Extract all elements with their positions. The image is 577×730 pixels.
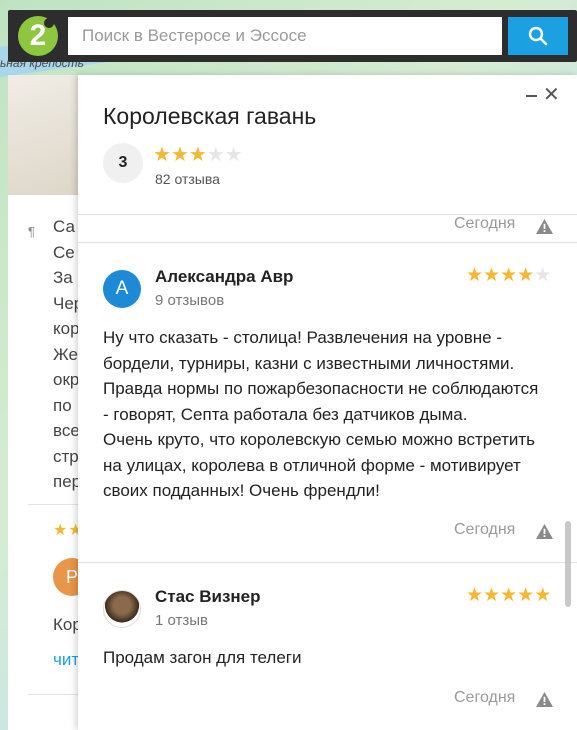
search-input[interactable] <box>68 17 502 55</box>
review-date: Сегодня <box>454 689 516 706</box>
background-card-line: Са <box>53 217 75 236</box>
author-review-count: 9 отзывов <box>155 292 225 309</box>
avatar: А <box>103 270 141 308</box>
star-filled-icon: ★ <box>170 144 189 166</box>
author-review-count: 1 отзыв <box>155 612 209 629</box>
star-filled-icon: ★ <box>483 585 501 606</box>
star-filled-icon: ★ <box>517 265 535 286</box>
background-card-line: пер <box>53 472 80 491</box>
close-button[interactable]: ✕ <box>543 84 560 106</box>
star-filled-icon: ★ <box>500 585 518 606</box>
star-filled-icon: ★ <box>466 265 484 286</box>
star-filled-icon: ★ <box>466 585 484 606</box>
star-filled-icon: ★ <box>534 585 552 606</box>
background-card-line: окр <box>53 370 80 389</box>
logo[interactable]: 2 <box>18 16 58 56</box>
minimize-button[interactable] <box>524 85 540 105</box>
background-card-line: Се <box>53 242 75 262</box>
review-stars: ★★★★★ <box>466 264 551 287</box>
place-header: Королевская гавань ✕ 3 ★★★★★ 82 отзыва <box>78 75 577 215</box>
place-panel: Королевская гавань ✕ 3 ★★★★★ 82 отзыва С… <box>78 75 577 730</box>
star-empty-icon: ★ <box>206 144 225 166</box>
star-empty-icon: ★ <box>224 144 243 166</box>
report-icon[interactable] <box>536 219 553 234</box>
report-icon[interactable] <box>536 692 553 707</box>
scrollbar[interactable] <box>565 521 571 607</box>
background-card-line: все <box>53 421 80 440</box>
background-card-line: стр <box>53 446 79 466</box>
rating-badge: 3 <box>103 143 143 183</box>
review-stars: ★★★★★ <box>466 584 551 607</box>
star-filled-icon: ★ <box>483 265 501 286</box>
background-card-text: Са Се За Чер кор Же окр по все стр пер <box>53 214 80 495</box>
star-filled-icon: ★ <box>153 144 171 166</box>
place-title: Королевская гавань <box>103 103 317 129</box>
review-text: Ну что сказать - столица! Развлечения на… <box>103 328 539 500</box>
search-button[interactable] <box>508 17 568 55</box>
background-card-line: кор <box>53 319 80 338</box>
background-card-line: За <box>53 268 73 287</box>
place-stars: ★★★★★ <box>153 142 243 167</box>
review-date: Сегодня <box>454 521 516 538</box>
star-filled-icon: ★ <box>500 265 518 286</box>
previous-review-footer: Сегодня <box>78 215 577 243</box>
reviews-list[interactable]: Сегодня А Александра Авр 9 отзывов ★★★★★… <box>78 215 577 730</box>
top-bar: 2 <box>8 10 577 62</box>
star-filled-icon: ★ <box>188 144 207 166</box>
star-empty-icon: ★ <box>534 265 552 286</box>
background-card-line: по <box>53 395 72 415</box>
report-icon[interactable] <box>536 524 553 539</box>
background-card-line: Чер <box>53 293 80 313</box>
background-card-photo <box>8 75 83 195</box>
reviews-count-link[interactable]: 82 отзыва <box>155 171 220 187</box>
review-date: Сегодня <box>454 215 516 232</box>
close-icon: ✕ <box>543 84 560 106</box>
review-author[interactable]: Александра Авр <box>155 267 293 287</box>
avatar <box>103 590 141 628</box>
star-filled-icon: ★ <box>517 585 535 606</box>
background-card-line: Же <box>53 344 78 364</box>
search-icon <box>528 26 548 46</box>
background-card-link[interactable]: чит <box>53 650 79 670</box>
review-author[interactable]: Стас Визнер <box>155 587 261 607</box>
review-text: Продам загон для телеги <box>103 648 302 667</box>
review-card: А Александра Авр 9 отзывов ★★★★★ Ну что … <box>78 243 577 563</box>
review-card: Стас Визнер 1 отзыв ★★★★★ Продам загон д… <box>78 563 577 730</box>
